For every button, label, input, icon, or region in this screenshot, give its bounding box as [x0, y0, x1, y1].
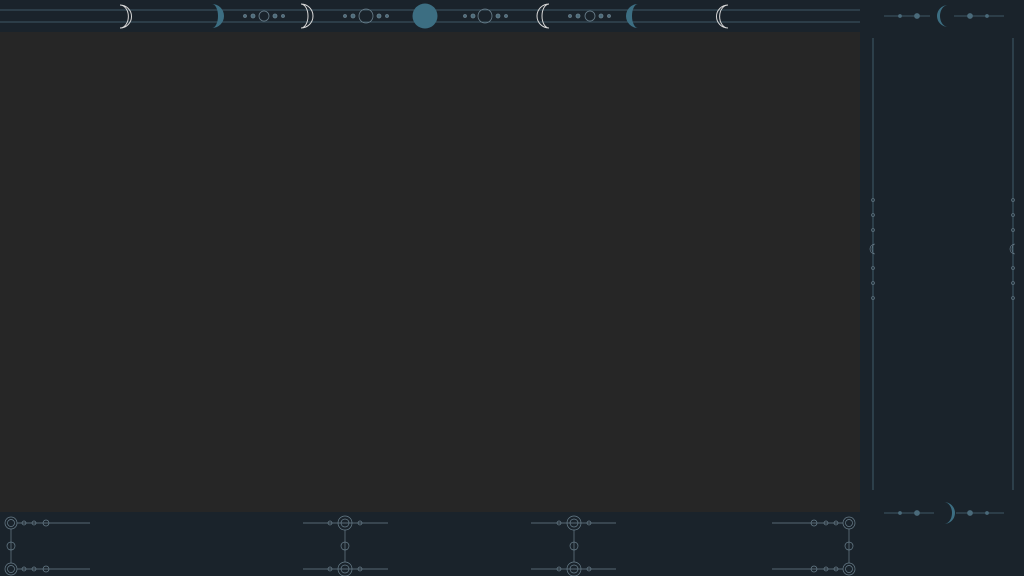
moon-phase-banner-art	[0, 3, 860, 29]
celestial-ornament-left-icon	[4, 516, 90, 576]
celestial-ornament-center-left-icon	[303, 515, 388, 576]
full-moon-icon	[412, 3, 438, 29]
bottom-ornament-art	[4, 515, 856, 576]
moon-phase-banner	[0, 0, 860, 32]
sidebar-ornament-art	[869, 5, 1016, 524]
waning-crescent-outline-icon	[716, 4, 729, 29]
waning-gibbous-outline-icon	[536, 3, 550, 29]
bottom-ornament-bar	[0, 512, 860, 576]
stream-overlay-frame	[0, 0, 1024, 576]
celestial-ornament-center-right-icon	[531, 515, 616, 576]
waxing-gibbous-outline-icon	[300, 3, 314, 29]
waxing-crescent-outline-icon	[119, 4, 132, 29]
right-sidebar-panel	[860, 0, 1024, 576]
main-content-area	[0, 32, 860, 512]
celestial-ornament-right-icon	[772, 516, 856, 576]
waning-crescent-filled-icon	[212, 4, 224, 28]
crescent-moon-top-icon	[884, 5, 1004, 27]
waxing-crescent-filled-icon	[626, 4, 638, 28]
crescent-moon-bottom-icon	[884, 502, 1004, 524]
